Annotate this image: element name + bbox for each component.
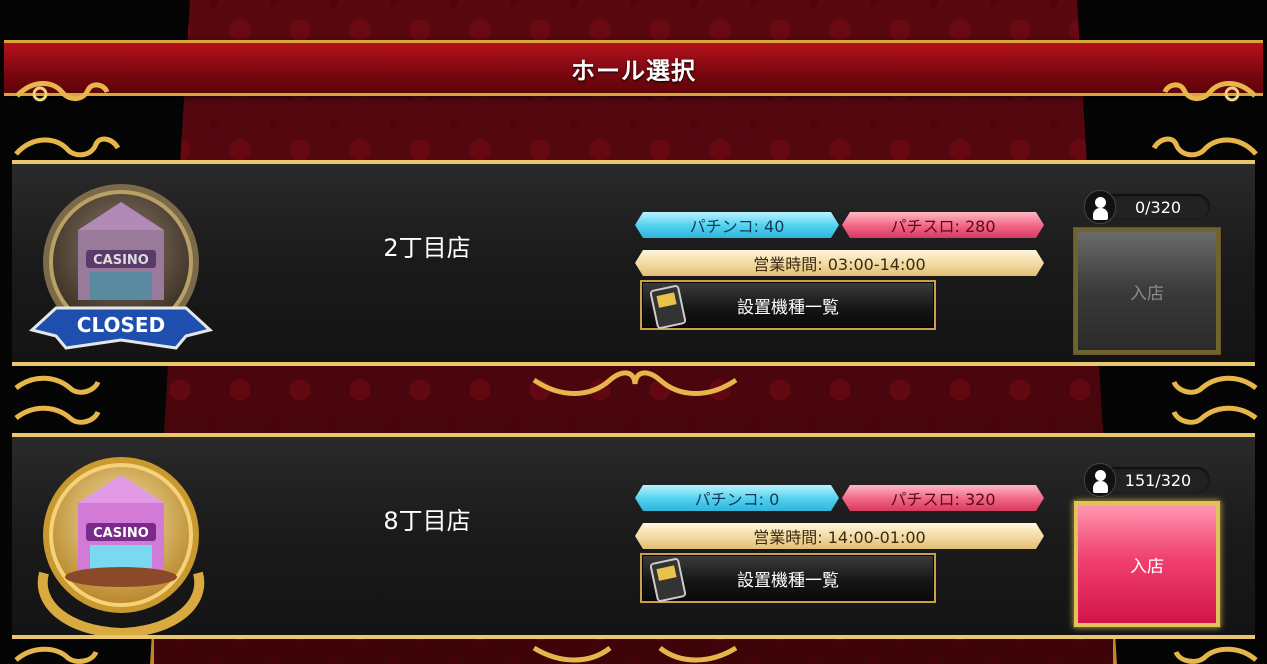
machine-list-button[interactable]: 設置機種一覧 (640, 553, 936, 603)
gold-scroll-ornament-icon (1171, 375, 1258, 425)
hall-name: 2丁目店 (383, 234, 471, 262)
gold-scroll-ornament-icon (1151, 136, 1258, 158)
visitor-count-text: 0/320 (1134, 197, 1182, 217)
gold-scroll-ornament-icon (15, 81, 110, 102)
pachislo-count-badge: パチスロ: 320 (842, 485, 1044, 511)
machine-list-label: 設置機種一覧 (737, 297, 839, 318)
title-bar: ホール選択 (4, 40, 1263, 96)
visitor-count: 0/320 (1084, 190, 1210, 224)
visitor-count: 151/320 (1084, 463, 1210, 497)
machine-list-button[interactable]: 設置機種一覧 (640, 280, 936, 330)
gold-scroll-ornament-icon (14, 646, 99, 664)
svg-text:CASINO: CASINO (93, 526, 149, 541)
enter-hall-button[interactable]: 入店 (1073, 500, 1221, 628)
gold-scroll-ornament-icon (532, 645, 738, 663)
gold-scroll-ornament-icon (532, 370, 738, 396)
slot-machine-icon (649, 558, 687, 602)
page-title: ホール選択 (571, 56, 696, 85)
enter-hall-label: 入店 (1130, 556, 1164, 577)
pachislo-count-badge: パチスロ: 280 (842, 212, 1044, 238)
person-icon (1084, 190, 1116, 224)
visitor-count-text: 151/320 (1124, 470, 1192, 490)
hall-name: 8丁目店 (383, 507, 471, 535)
casino-medal-icon: CASINO CLOSED (28, 184, 214, 350)
machine-list-label: 設置機種一覧 (737, 570, 839, 591)
closed-ribbon: CLOSED (77, 313, 165, 337)
person-icon (1084, 463, 1116, 497)
enter-hall-label: 入店 (1130, 283, 1164, 304)
enter-hall-button[interactable]: 入店 (1073, 227, 1221, 355)
gold-scroll-ornament-icon (1173, 646, 1258, 664)
business-hours-badge: 営業時間: 03:00-14:00 (635, 250, 1044, 276)
gold-scroll-ornament-icon (14, 375, 101, 425)
hall-row: CASINO CLOSED 2丁目店 パチンコ: 40 パチスロ: 280 営業… (12, 160, 1255, 366)
gold-scroll-ornament-icon (14, 136, 121, 158)
slot-machine-icon (649, 285, 687, 329)
pachinko-count-badge: パチンコ: 40 (635, 212, 839, 238)
casino-medal-icon: CASINO (37, 457, 205, 635)
hall-row: CASINO 8丁目店 パチンコ: 0 パチスロ: 320 営業時間: 14:0… (12, 433, 1255, 639)
business-hours-badge: 営業時間: 14:00-01:00 (635, 523, 1044, 549)
svg-text:CASINO: CASINO (93, 253, 149, 268)
pachinko-count-badge: パチンコ: 0 (635, 485, 839, 511)
gold-scroll-ornament-icon (1162, 81, 1257, 102)
